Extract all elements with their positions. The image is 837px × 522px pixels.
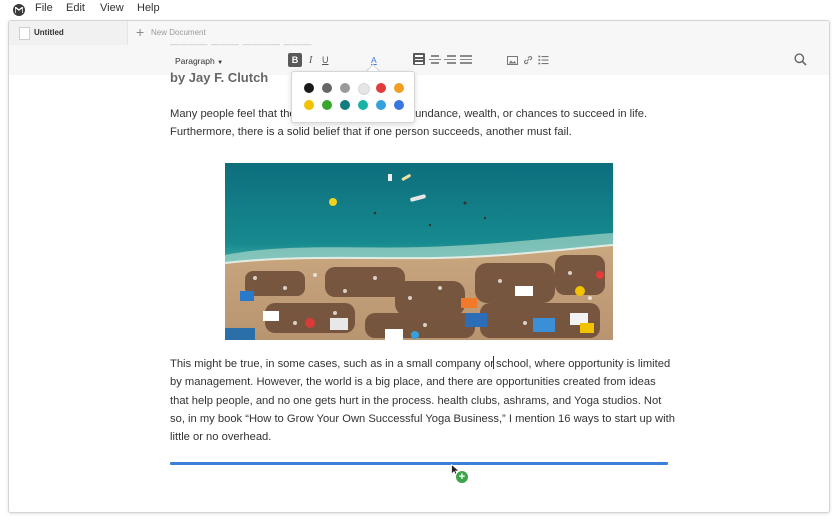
paragraph-1-line-2: Furthermore, there is a solid belief tha… bbox=[170, 126, 572, 139]
swatch-light-blue[interactable] bbox=[376, 100, 386, 110]
bold-button[interactable]: B bbox=[288, 53, 302, 67]
menu-bar: File Edit View Help bbox=[0, 0, 837, 18]
align-justify-icon[interactable] bbox=[460, 53, 472, 65]
swatch-dark-teal[interactable] bbox=[340, 100, 350, 110]
paragraph-1-line-1-right: abundance, wealth, or chances to succeed… bbox=[402, 108, 648, 120]
tab-bar: Untitled + New Document bbox=[9, 21, 829, 46]
beach-photo-image bbox=[225, 163, 613, 340]
paragraph-2-text-before-cursor: This might be true, in some cases, such … bbox=[170, 358, 494, 370]
new-document-button[interactable]: New Document bbox=[151, 28, 206, 37]
paragraph-style-label: Paragraph bbox=[175, 56, 215, 66]
align-left-icon[interactable] bbox=[413, 53, 425, 65]
tab-untitled[interactable]: Untitled bbox=[9, 21, 128, 45]
drop-insertion-line bbox=[170, 462, 668, 465]
swatch-black[interactable] bbox=[304, 83, 314, 93]
menu-help[interactable]: Help bbox=[137, 2, 160, 14]
link-icon[interactable] bbox=[523, 55, 533, 65]
paragraph-2-text-after-cursor: school, where opportunity is limited by … bbox=[170, 358, 675, 444]
swatch-red[interactable] bbox=[376, 83, 386, 93]
swatch-blue[interactable] bbox=[394, 100, 404, 110]
plus-icon[interactable]: + bbox=[136, 24, 144, 40]
swatch-teal[interactable] bbox=[358, 100, 368, 110]
menu-file[interactable]: File bbox=[35, 2, 53, 14]
swatch-gray[interactable] bbox=[340, 83, 350, 93]
paragraph-1-line-1-left: Many people feel that the bbox=[170, 108, 296, 120]
paragraph-style-select[interactable]: Paragraph ▼ bbox=[175, 56, 223, 66]
paragraph-1[interactable]: Many people feel that the abundance, weal… bbox=[170, 105, 675, 142]
app-logo-icon bbox=[13, 4, 25, 16]
beach-photo[interactable] bbox=[225, 163, 613, 340]
swatch-light-gray[interactable] bbox=[358, 83, 370, 95]
document-icon bbox=[19, 27, 30, 40]
underline-button[interactable]: U bbox=[322, 55, 329, 65]
editor-window: Untitled + New Document Paragraph ▼ B I … bbox=[8, 20, 830, 513]
align-center-icon[interactable] bbox=[429, 53, 441, 65]
byline: by Jay F. Clutch bbox=[170, 70, 269, 85]
paragraph-2[interactable]: This might be true, in some cases, such … bbox=[170, 355, 675, 446]
swatch-orange[interactable] bbox=[394, 83, 404, 93]
search-icon[interactable] bbox=[794, 53, 807, 66]
menu-view[interactable]: View bbox=[100, 2, 124, 14]
clipped-heading: ———— ——— ———— ——— bbox=[170, 39, 313, 49]
swatch-green[interactable] bbox=[322, 100, 332, 110]
italic-button[interactable]: I bbox=[309, 55, 312, 66]
bulleted-list-icon[interactable] bbox=[538, 55, 549, 65]
drag-add-icon: + bbox=[455, 470, 469, 484]
tab-label: Untitled bbox=[34, 28, 64, 37]
format-toolbar: Paragraph ▼ B I U A bbox=[9, 45, 829, 75]
caret-down-icon: ▼ bbox=[217, 60, 224, 66]
menu-edit[interactable]: Edit bbox=[66, 2, 85, 14]
swatch-yellow[interactable] bbox=[304, 100, 314, 110]
swatch-dark-gray[interactable] bbox=[322, 83, 332, 93]
image-icon[interactable] bbox=[507, 56, 518, 65]
text-color-popup bbox=[291, 71, 415, 123]
align-right-icon[interactable] bbox=[444, 53, 456, 65]
